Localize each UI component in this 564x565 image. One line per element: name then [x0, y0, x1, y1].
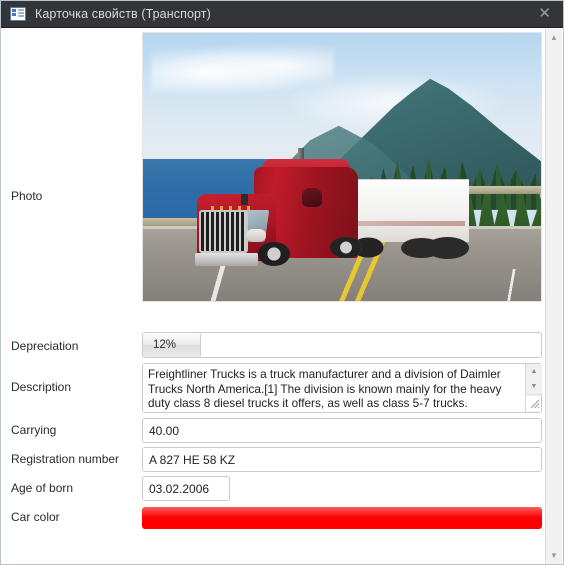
label-registration-number: Registration number [11, 452, 120, 466]
scroll-down-icon[interactable]: ▼ [546, 547, 562, 564]
photo-cab-side-window [302, 188, 323, 208]
label-age-of-born: Age of born [11, 481, 74, 495]
photo-drive-wheels [330, 236, 362, 259]
form-content-pane: Photo Depreciation Description Carrying … [2, 29, 547, 564]
scroll-down-icon[interactable]: ▼ [526, 379, 542, 395]
depreciation-value: 12% [143, 333, 201, 357]
close-icon[interactable]: ✕ [530, 4, 559, 25]
scroll-up-icon[interactable]: ▲ [546, 29, 562, 46]
label-photo: Photo [11, 189, 43, 203]
photo-guardrail [469, 185, 541, 194]
page-scrollbar[interactable]: ▲ ▼ [545, 29, 562, 564]
label-carrying: Carrying [11, 423, 57, 437]
property-card-window: Карточка свойств (Транспорт) ✕ Photo Dep… [0, 0, 564, 565]
depreciation-field[interactable]: 12% [142, 332, 542, 358]
description-scrollbar[interactable]: ▲ ▼ [525, 364, 542, 412]
property-card-icon [10, 7, 26, 21]
photo-road-edgeline [143, 263, 306, 301]
scroll-up-icon[interactable]: ▲ [526, 364, 542, 380]
photo-headlight [246, 228, 267, 243]
label-depreciation: Depreciation [11, 339, 79, 353]
description-textarea[interactable] [142, 363, 542, 413]
window-titlebar[interactable]: Карточка свойств (Транспорт) ✕ [1, 1, 563, 28]
resize-grip-icon[interactable] [526, 396, 541, 411]
photo-road-edgeline [485, 268, 541, 301]
photo-preview[interactable] [142, 32, 542, 302]
photo-truck-grille [198, 209, 249, 253]
photo-front-bumper [194, 252, 259, 267]
carrying-input[interactable] [142, 418, 542, 443]
photo-side-mirror [240, 193, 249, 205]
label-description: Description [11, 380, 72, 394]
car-color-swatch[interactable] [142, 507, 542, 529]
age-of-born-input[interactable] [142, 476, 230, 501]
label-car-color: Car color [11, 510, 60, 524]
window-title: Карточка свойств (Транспорт) [35, 7, 211, 21]
registration-number-input[interactable] [142, 447, 542, 472]
